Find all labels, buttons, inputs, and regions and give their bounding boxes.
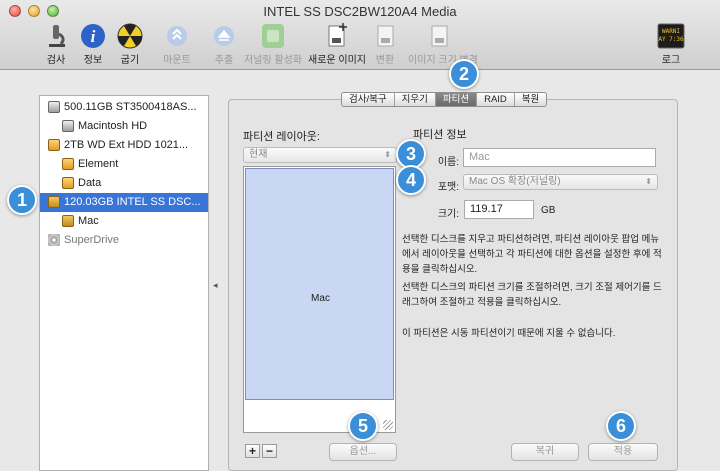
callout-badge-5: 5 [348, 411, 378, 441]
add-partition-button[interactable]: + [245, 444, 260, 458]
tab-erase[interactable]: 지우기 [395, 93, 436, 106]
optical-drive-icon [48, 234, 60, 247]
sidebar-item-intel-ssd[interactable]: 120.03GB INTEL SS DSC... [40, 193, 208, 212]
instructions-resize: 선택한 디스크의 파티션 크기를 조절하려면, 크기 조절 제어기를 드래그하여… [402, 282, 662, 308]
split-view-handle[interactable]: ◂ [213, 280, 218, 291]
journaling-label: 저널링 활성화 [244, 55, 302, 66]
eject-icon [214, 26, 234, 46]
new-image-icon [328, 23, 347, 47]
remove-partition-button[interactable]: − [262, 444, 277, 458]
mount-icon [167, 26, 187, 46]
tab-restore[interactable]: 복원 [515, 93, 546, 106]
convert-icon [377, 25, 394, 47]
sidebar-item-macintosh-hd[interactable]: Macintosh HD [62, 117, 208, 136]
partition-format-popup[interactable]: Mac OS 확장(저널링) ⬍ [463, 174, 658, 190]
partition-name-field[interactable]: Mac [463, 148, 656, 167]
size-label: 크기: [437, 209, 459, 220]
apply-button[interactable]: 적용 [588, 443, 658, 461]
external-drive-icon [48, 139, 60, 152]
sidebar-item-label: 120.03GB INTEL SS DSC... [64, 196, 201, 208]
partition-format-value: Mac OS 확장(저널링) [469, 176, 561, 187]
callout-badge-6: 6 [606, 411, 636, 441]
sidebar-item-mac[interactable]: Mac [62, 212, 208, 231]
window-title: INTEL SS DSC2BW120A4 Media [263, 4, 457, 19]
sidebar-item-label: 2TB WD Ext HDD 1021... [64, 139, 189, 151]
svg-text:i: i [91, 27, 96, 46]
sidebar-item-label: Macintosh HD [78, 120, 148, 132]
startup-partition-note: 이 파티션은 시동 파티션이기 때문에 지울 수 없습니다. [402, 328, 616, 339]
toolbar: INTEL SS DSC2BW120A4 Media 검사 i 정보 굽기 마운… [0, 0, 720, 70]
sidebar-item-disk-2tb[interactable]: 2TB WD Ext HDD 1021... [48, 136, 208, 155]
sidebar-item-label: Mac [78, 215, 99, 227]
popup-arrows-icon: ⬍ [384, 150, 391, 159]
callout-badge-2: 2 [449, 59, 479, 89]
disk-sidebar: 500.11GB ST3500418AS... Macintosh HD 2TB… [39, 95, 209, 471]
volume-icon [62, 177, 74, 190]
journaling-icon [262, 24, 284, 48]
tab-bar: 검사/복구 지우기 파티션 RAID 복원 [341, 92, 548, 107]
instructions-erase: 선택한 디스크를 지우고 파티션하려면, 파티션 레이아웃 팝업 메뉴에서 레이… [402, 234, 662, 275]
sidebar-item-data[interactable]: Data [62, 174, 208, 193]
enable-journaling-button[interactable]: 저널링 활성화 [243, 22, 303, 66]
ssd-icon [48, 196, 60, 209]
tab-partition[interactable]: 파티션 [435, 93, 478, 106]
log-label: 로그 [661, 55, 681, 66]
volume-icon [62, 215, 74, 228]
popup-arrows-icon: ⬍ [645, 177, 652, 186]
partition-layout-popup[interactable]: 현재 ⬍ [243, 147, 397, 163]
sidebar-item-element[interactable]: Element [62, 155, 208, 174]
volume-icon [62, 120, 74, 133]
burn-icon [117, 23, 143, 49]
sidebar-item-label: 500.11GB ST3500418AS... [64, 101, 197, 113]
tab-raid[interactable]: RAID [477, 93, 515, 106]
revert-button[interactable]: 복귀 [511, 443, 579, 461]
log-icon-text-2: AY 7:36 [658, 36, 684, 43]
partition-layout-map: Mac [243, 166, 396, 433]
partition-layout-heading: 파티션 레이아웃: [243, 131, 320, 143]
resize-image-icon [431, 25, 448, 47]
convert-label: 변환 [375, 55, 395, 66]
hard-drive-icon [48, 101, 60, 114]
partition-block-label: Mac [311, 293, 330, 304]
partition-info-heading: 파티션 정보 [413, 129, 467, 141]
options-button[interactable]: 옵션... [329, 443, 397, 461]
log-icon: WARNIAY 7:36 [657, 23, 685, 49]
new-image-label: 새로운 이미지 [308, 55, 366, 66]
convert-button[interactable]: 변환 [357, 22, 413, 66]
size-unit: GB [541, 205, 556, 216]
sidebar-item-label: SuperDrive [64, 234, 120, 246]
log-button[interactable]: WARNI AY 7:36 로그 [643, 22, 699, 66]
partition-layout-popup-value: 현재 [249, 149, 268, 160]
partition-size-field[interactable]: 119.17 [464, 200, 534, 219]
sidebar-item-disk-500gb[interactable]: 500.11GB ST3500418AS... [48, 98, 208, 117]
volume-icon [62, 158, 74, 171]
partition-block-mac[interactable]: Mac [245, 168, 394, 400]
new-image-button[interactable]: 새로운 이미지 [308, 22, 366, 66]
resize-grip-icon[interactable] [383, 420, 393, 430]
sidebar-item-superdrive[interactable]: SuperDrive [48, 231, 208, 250]
tab-first-aid[interactable]: 검사/복구 [342, 93, 395, 106]
sidebar-item-label: Element [78, 158, 119, 170]
sidebar-item-label: Data [78, 177, 102, 189]
callout-badge-1: 1 [7, 185, 37, 215]
callout-badge-4: 4 [396, 165, 426, 195]
disk-utility-window: INTEL SS DSC2BW120A4 Media 검사 i 정보 굽기 마운… [0, 0, 720, 471]
log-icon-text-1: WARNI [662, 28, 680, 35]
